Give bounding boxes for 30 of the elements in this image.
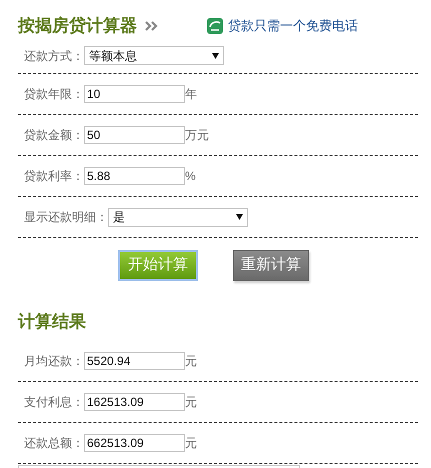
double-chevron-icon: [145, 21, 159, 31]
input-field[interactable]: 162513.09: [84, 393, 185, 411]
caret-icon: [212, 52, 219, 58]
dropdown[interactable]: 等额本息: [84, 46, 224, 65]
unit-label: %: [185, 168, 196, 185]
input-field[interactable]: 50: [84, 126, 185, 144]
reset-button[interactable]: 重新计算: [233, 250, 309, 281]
app-icon: [207, 18, 223, 34]
unit-label: 年: [185, 86, 197, 103]
unit-label: 元: [185, 353, 197, 370]
field-label: 支付利息：: [24, 394, 84, 411]
input-field[interactable]: 5520.94: [84, 352, 185, 370]
field-label: 还款总额：: [24, 435, 84, 452]
input-field[interactable]: 662513.09: [84, 434, 185, 452]
promo-link[interactable]: 贷款只需一个免费电话: [228, 16, 358, 36]
unit-label: 万元: [185, 127, 209, 144]
unit-label: 元: [185, 435, 197, 452]
field-label: 贷款金额：: [24, 127, 84, 144]
field-label: 贷款利率：: [24, 168, 84, 185]
dropdown[interactable]: 是: [108, 208, 248, 226]
section-title: 计算结果: [18, 312, 86, 331]
unit-label: 元: [185, 394, 197, 411]
field-label: 月均还款：: [24, 353, 84, 370]
caret-icon: [236, 214, 243, 220]
input-field[interactable]: 10: [84, 85, 185, 103]
field-label: 还款方式：: [24, 48, 84, 64]
input-field[interactable]: 5.88: [84, 167, 185, 185]
field-label: 贷款年限：: [24, 86, 84, 103]
field-label: 显示还款明细：: [24, 209, 108, 226]
page-title: 按揭房贷计算器: [18, 15, 137, 37]
